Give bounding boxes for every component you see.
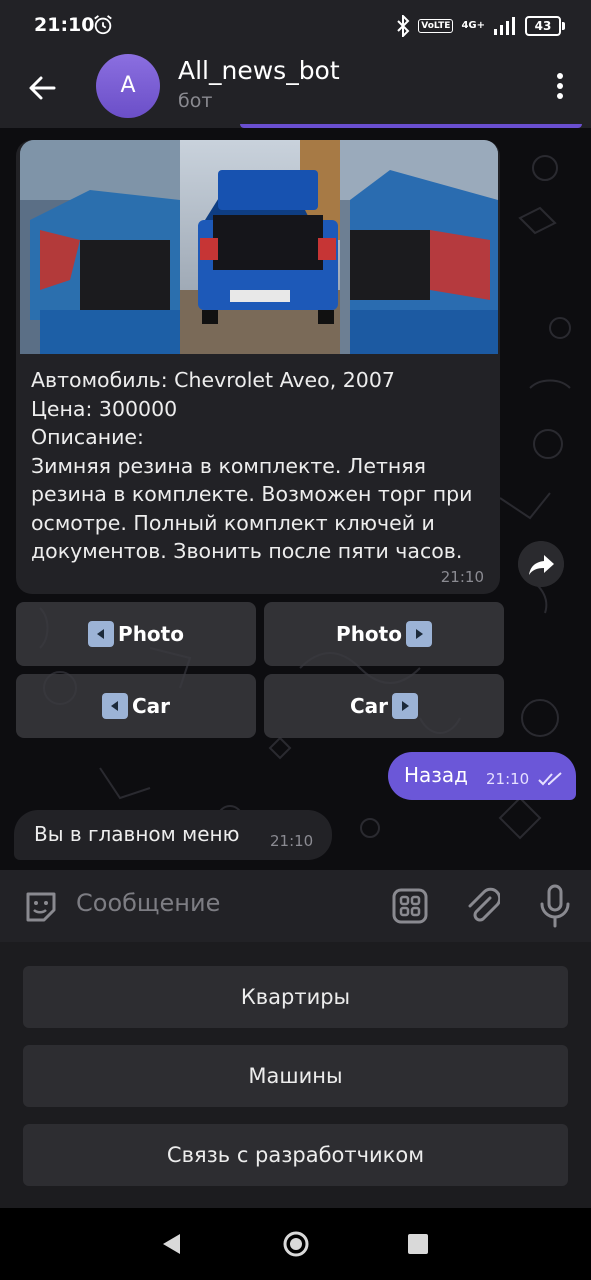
car-description-text: Автомобиль: Chevrolet Aveo, 2007 Цена: 3… bbox=[31, 368, 473, 563]
outgoing-text: Назад bbox=[404, 763, 469, 787]
chat-header: A All_news_bot бот bbox=[0, 52, 591, 128]
prev-car-button[interactable]: Car bbox=[16, 674, 256, 738]
double-check-icon bbox=[538, 772, 562, 786]
next-photo-button[interactable]: Photo bbox=[264, 602, 504, 666]
right-arrow-icon bbox=[405, 621, 432, 647]
prev-car-label: Car bbox=[131, 694, 171, 718]
volte-badge: VoLTE bbox=[418, 19, 454, 33]
left-arrow-icon bbox=[88, 621, 115, 647]
outgoing-time: 21:10 bbox=[486, 770, 530, 788]
message-input[interactable]: Сообщение bbox=[76, 889, 220, 917]
message-input-bar: Сообщение bbox=[0, 870, 591, 942]
mic-icon[interactable] bbox=[538, 884, 572, 928]
nav-home-icon[interactable] bbox=[282, 1230, 310, 1258]
prev-photo-label: Photo bbox=[118, 622, 184, 646]
cars-button[interactable]: Машины bbox=[23, 1045, 568, 1107]
bot-keyboard-icon[interactable] bbox=[392, 888, 428, 924]
message-time: 21:10 bbox=[440, 568, 484, 586]
apartments-button[interactable]: Квартиры bbox=[23, 966, 568, 1028]
alarm-icon bbox=[94, 15, 112, 35]
next-car-button[interactable]: Car bbox=[264, 674, 504, 738]
incoming-time: 21:10 bbox=[270, 832, 314, 850]
car-photo-collage[interactable] bbox=[20, 140, 498, 354]
right-arrow-icon bbox=[392, 693, 419, 719]
sticker-icon[interactable] bbox=[22, 888, 60, 926]
chat-title[interactable]: All_news_bot bbox=[178, 56, 340, 85]
outgoing-message[interactable]: Назад 21:10 bbox=[388, 752, 576, 800]
chat-area[interactable]: Автомобиль: Chevrolet Aveo, 2007 Цена: 3… bbox=[0, 128, 591, 870]
forward-icon[interactable] bbox=[518, 541, 564, 587]
status-time: 21:10 bbox=[34, 14, 95, 36]
prev-photo-button[interactable]: Photo bbox=[16, 602, 256, 666]
bot-message-card[interactable]: Автомобиль: Chevrolet Aveo, 2007 Цена: 3… bbox=[16, 140, 500, 594]
contact-developer-button[interactable]: Связь с разработчиком bbox=[23, 1124, 568, 1186]
signal-icon bbox=[494, 17, 515, 35]
avatar[interactable]: A bbox=[96, 54, 160, 118]
more-vert-icon[interactable] bbox=[555, 70, 565, 102]
incoming-text: Вы в главном меню bbox=[34, 822, 240, 846]
bluetooth-icon bbox=[397, 15, 410, 37]
paperclip-icon[interactable] bbox=[464, 886, 500, 926]
nav-recents-icon[interactable] bbox=[408, 1234, 428, 1254]
back-arrow-icon[interactable] bbox=[24, 70, 60, 106]
next-car-label: Car bbox=[349, 694, 389, 718]
status-bar: 21:10 VoLTE 4G+ 43 bbox=[0, 0, 591, 52]
nav-back-icon[interactable] bbox=[160, 1232, 182, 1256]
reply-keyboard: Квартиры Машины Связь с разработчиком bbox=[0, 942, 591, 1208]
left-arrow-icon bbox=[101, 693, 128, 719]
chat-subtitle: бот bbox=[178, 90, 213, 112]
system-nav-bar bbox=[0, 1208, 591, 1280]
network-type: 4G+ bbox=[461, 20, 485, 31]
incoming-message[interactable]: Вы в главном меню 21:10 bbox=[14, 810, 332, 860]
battery-indicator: 43 bbox=[525, 16, 565, 36]
next-photo-label: Photo bbox=[336, 622, 402, 646]
